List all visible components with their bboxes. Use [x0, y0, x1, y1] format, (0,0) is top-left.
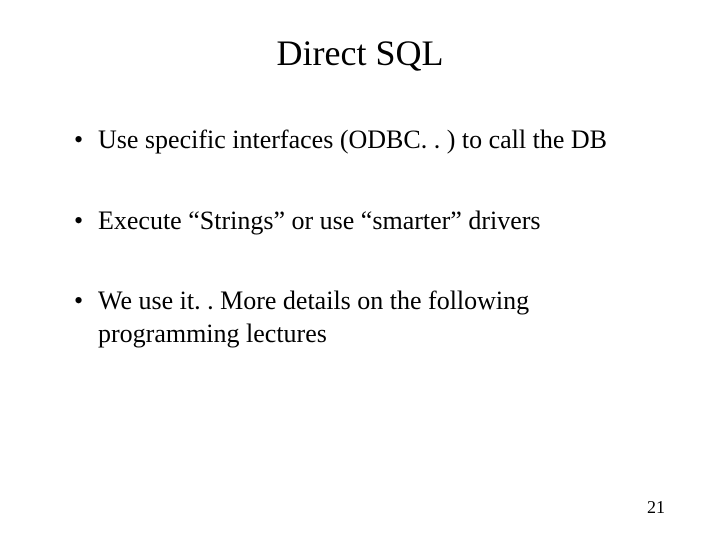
bullet-item: We use it. . More details on the followi… — [74, 285, 670, 350]
bullet-item: Execute “Strings” or use “smarter” drive… — [74, 205, 670, 238]
slide-title: Direct SQL — [50, 32, 670, 74]
page-number: 21 — [647, 497, 665, 518]
bullet-list: Use specific interfaces (ODBC. . ) to ca… — [50, 124, 670, 350]
slide: Direct SQL Use specific interfaces (ODBC… — [0, 0, 720, 540]
bullet-item: Use specific interfaces (ODBC. . ) to ca… — [74, 124, 670, 157]
